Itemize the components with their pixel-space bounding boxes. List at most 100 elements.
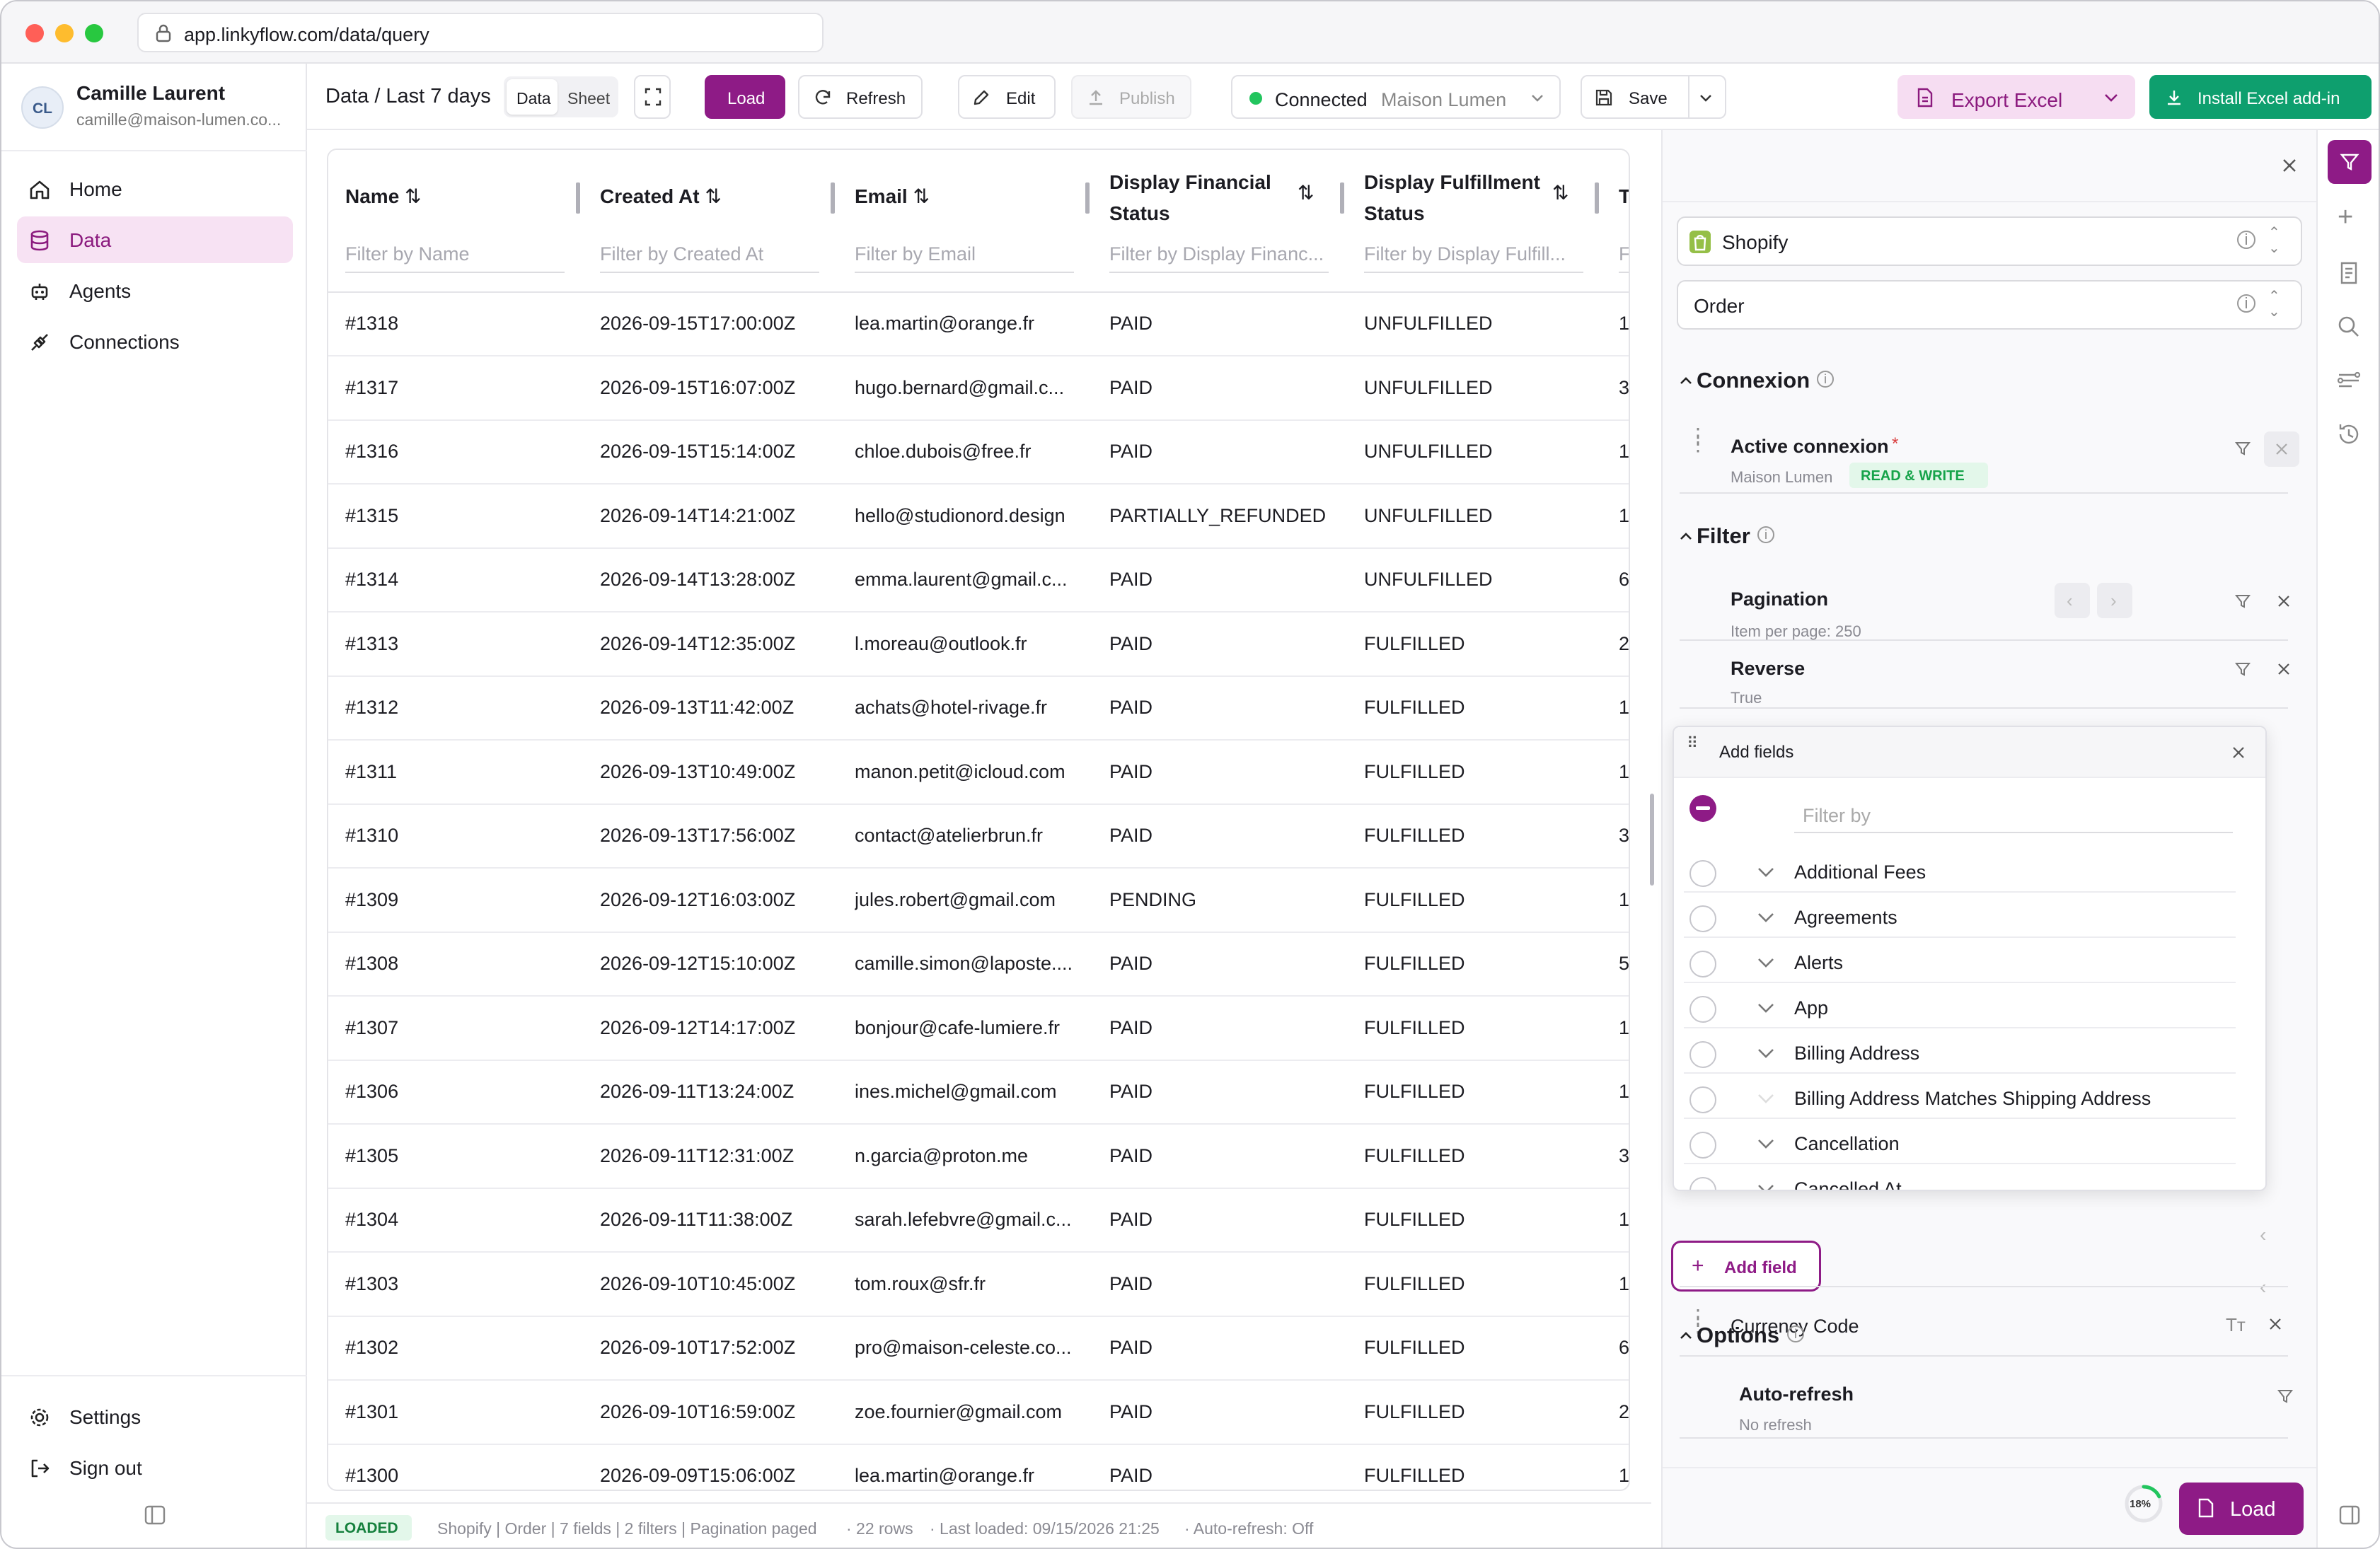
view-sheet-tab[interactable]: Sheet: [560, 79, 616, 115]
close-icon[interactable]: [2281, 157, 2298, 174]
save-button[interactable]: Save: [1581, 75, 1726, 119]
settings-button[interactable]: Settings: [17, 1393, 293, 1440]
info-icon[interactable]: i: [1787, 1325, 1804, 1342]
column-header-created-at[interactable]: Created At ⇅ Filter by Created At: [583, 150, 838, 293]
filter-icon[interactable]: [2234, 440, 2251, 457]
chevron-down-icon[interactable]: [1755, 1135, 1777, 1153]
field-option[interactable]: App: [1684, 986, 2236, 1028]
load-button[interactable]: Load: [705, 75, 785, 119]
info-icon[interactable]: i: [1757, 526, 1774, 543]
field-option[interactable]: Additional Fees: [1684, 850, 2236, 893]
field-checkbox[interactable]: [1689, 996, 1716, 1023]
source-select[interactable]: Shopify i ⌃ ⌄: [1677, 216, 2302, 266]
object-select[interactable]: Order i ⌃ ⌄: [1677, 280, 2302, 330]
table-row[interactable]: #1318 2026-09-15T17:00:00Z lea.martin@oran…: [328, 293, 1629, 356]
chevron-down-icon[interactable]: [1755, 1089, 1777, 1108]
table-row[interactable]: #1313 2026-09-14T12:35:00Z l.moreau@outloo…: [328, 613, 1629, 677]
filter-input-truncated[interactable]: F: [1619, 236, 1629, 273]
sort-icon[interactable]: ⇅: [405, 185, 421, 207]
table-row[interactable]: #1300 2026-09-09T15:06:00Z lea.martin@oran…: [328, 1445, 1629, 1490]
pagination-prev-button[interactable]: ‹: [2055, 583, 2090, 618]
table-row[interactable]: #1301 2026-09-10T16:59:00Z zoe.fournier@gm…: [328, 1381, 1629, 1445]
reverse-filter-item[interactable]: Reverse True: [1680, 642, 2291, 709]
address-bar[interactable]: app.linkyflow.com/data/query: [137, 13, 824, 52]
filter-icon[interactable]: [2234, 593, 2251, 610]
notes-icon[interactable]: [2333, 257, 2364, 289]
field-option[interactable]: Billing Address: [1684, 1031, 2236, 1074]
table-row[interactable]: #1302 2026-09-10T17:52:00Z pro@maison-cele…: [328, 1317, 1629, 1381]
close-icon[interactable]: [2231, 746, 2246, 760]
remove-connexion-button[interactable]: [2264, 431, 2299, 467]
sidebar-item-home[interactable]: Home: [17, 166, 293, 212]
fullscreen-button[interactable]: [634, 75, 671, 119]
chevron-down-icon[interactable]: [1755, 863, 1777, 881]
close-icon[interactable]: [2277, 662, 2291, 676]
column-resize-handle[interactable]: [1085, 182, 1090, 214]
column-header-email[interactable]: Email ⇅ Filter by Email: [838, 150, 1092, 293]
field-option[interactable]: Cancelled At: [1684, 1167, 2236, 1191]
auto-refresh-option[interactable]: Auto-refresh No refresh: [1680, 1365, 2294, 1439]
install-excel-addin-button[interactable]: Install Excel add-in: [2149, 75, 2372, 119]
chevron-down-icon[interactable]: [1755, 908, 1777, 927]
sort-icon[interactable]: ⇅: [705, 185, 721, 207]
avatar[interactable]: CL: [21, 86, 64, 129]
sidebar-item-connections[interactable]: Connections: [17, 318, 293, 365]
close-icon[interactable]: [2277, 594, 2291, 608]
collapse-panel-icon[interactable]: [2339, 1505, 2360, 1525]
export-excel-button[interactable]: Export Excel: [1897, 75, 2135, 119]
table-row[interactable]: #1315 2026-09-14T14:21:00Z hello@studionor…: [328, 485, 1629, 549]
column-header-fulfillment-status[interactable]: Display Fulfillment Status ⇅ Filter by D…: [1347, 150, 1602, 293]
filter-input-name[interactable]: Filter by Name: [345, 236, 565, 273]
search-icon[interactable]: [2333, 311, 2364, 342]
field-checkbox[interactable]: [1689, 951, 1716, 977]
chevron-down-icon[interactable]: [1698, 92, 1714, 103]
plus-icon[interactable]: +: [2338, 202, 2353, 233]
filter-input-financial-status[interactable]: Filter by Display Financ...: [1109, 236, 1329, 273]
filter-icon[interactable]: [2234, 661, 2251, 678]
table-row[interactable]: #1307 2026-09-12T14:17:00Z bonjour@cafe-lu…: [328, 997, 1629, 1061]
table-row[interactable]: #1314 2026-09-14T13:28:00Z emma.laurent@gm…: [328, 549, 1629, 613]
pagination-filter-item[interactable]: Pagination Item per page: 250 ‹ ›: [1680, 569, 2291, 641]
chevron-down-icon[interactable]: [1755, 1180, 1777, 1191]
chevron-left-icon[interactable]: ‹: [2260, 1276, 2266, 1299]
collapse-sidebar-icon[interactable]: [144, 1505, 166, 1525]
view-data-tab[interactable]: Data: [507, 79, 558, 115]
field-checkbox[interactable]: [1689, 1041, 1716, 1068]
sort-icon[interactable]: ⇅: [1298, 181, 1314, 204]
field-option[interactable]: Alerts: [1684, 941, 2236, 983]
table-row[interactable]: #1309 2026-09-12T16:03:00Z jules.robert@gm…: [328, 869, 1629, 933]
table-row[interactable]: #1304 2026-09-11T11:38:00Z sarah.lefebvre@…: [328, 1189, 1629, 1253]
column-header-name[interactable]: Name ⇅ Filter by Name: [328, 150, 583, 293]
chevron-down-icon[interactable]: [2103, 92, 2120, 103]
filter-panel-toggle[interactable]: [2328, 140, 2372, 184]
column-resize-handle[interactable]: [1595, 182, 1599, 214]
chevron-up-icon[interactable]: [1678, 530, 1694, 542]
connection-select[interactable]: Connected Maison Lumen: [1231, 75, 1561, 119]
refresh-button[interactable]: Refresh: [798, 75, 923, 119]
chevron-down-icon[interactable]: [1755, 953, 1777, 972]
minimize-window-button[interactable]: [55, 24, 74, 42]
add-field-button[interactable]: + Add field: [1671, 1241, 1821, 1292]
sign-out-button[interactable]: Sign out: [17, 1444, 293, 1491]
close-icon[interactable]: [2268, 1317, 2282, 1331]
field-option[interactable]: Billing Address Matches Shipping Address: [1684, 1077, 2236, 1119]
filter-input-email[interactable]: Filter by Email: [855, 236, 1074, 273]
table-row[interactable]: #1308 2026-09-12T15:10:00Z camille.simon@l…: [328, 933, 1629, 997]
panel-resize-handle[interactable]: [1650, 794, 1654, 886]
table-row[interactable]: #1311 2026-09-13T10:49:00Z manon.petit@icl…: [328, 741, 1629, 805]
chevron-up-icon[interactable]: [1678, 375, 1694, 386]
fields-filter-input[interactable]: Filter by: [1794, 795, 2233, 833]
field-checkbox[interactable]: [1689, 860, 1716, 887]
edit-button[interactable]: Edit: [958, 75, 1056, 119]
column-header-financial-status[interactable]: Display Financial Status ⇅ Filter by Dis…: [1092, 150, 1347, 293]
column-resize-handle[interactable]: [831, 182, 835, 214]
table-row[interactable]: #1316 2026-09-15T15:14:00Z chloe.dubois@fr…: [328, 421, 1629, 485]
field-option[interactable]: Cancellation: [1684, 1122, 2236, 1164]
sidebar-item-data[interactable]: Data: [17, 216, 293, 263]
sort-icon[interactable]: ⇅: [1552, 181, 1569, 204]
table-row[interactable]: #1306 2026-09-11T13:24:00Z ines.michel@gma…: [328, 1061, 1629, 1125]
column-resize-handle[interactable]: [576, 182, 580, 214]
filter-input-fulfillment-status[interactable]: Filter by Display Fulfill...: [1364, 236, 1583, 273]
field-checkbox[interactable]: [1689, 1177, 1716, 1190]
filter-input-created-at[interactable]: Filter by Created At: [600, 236, 819, 273]
